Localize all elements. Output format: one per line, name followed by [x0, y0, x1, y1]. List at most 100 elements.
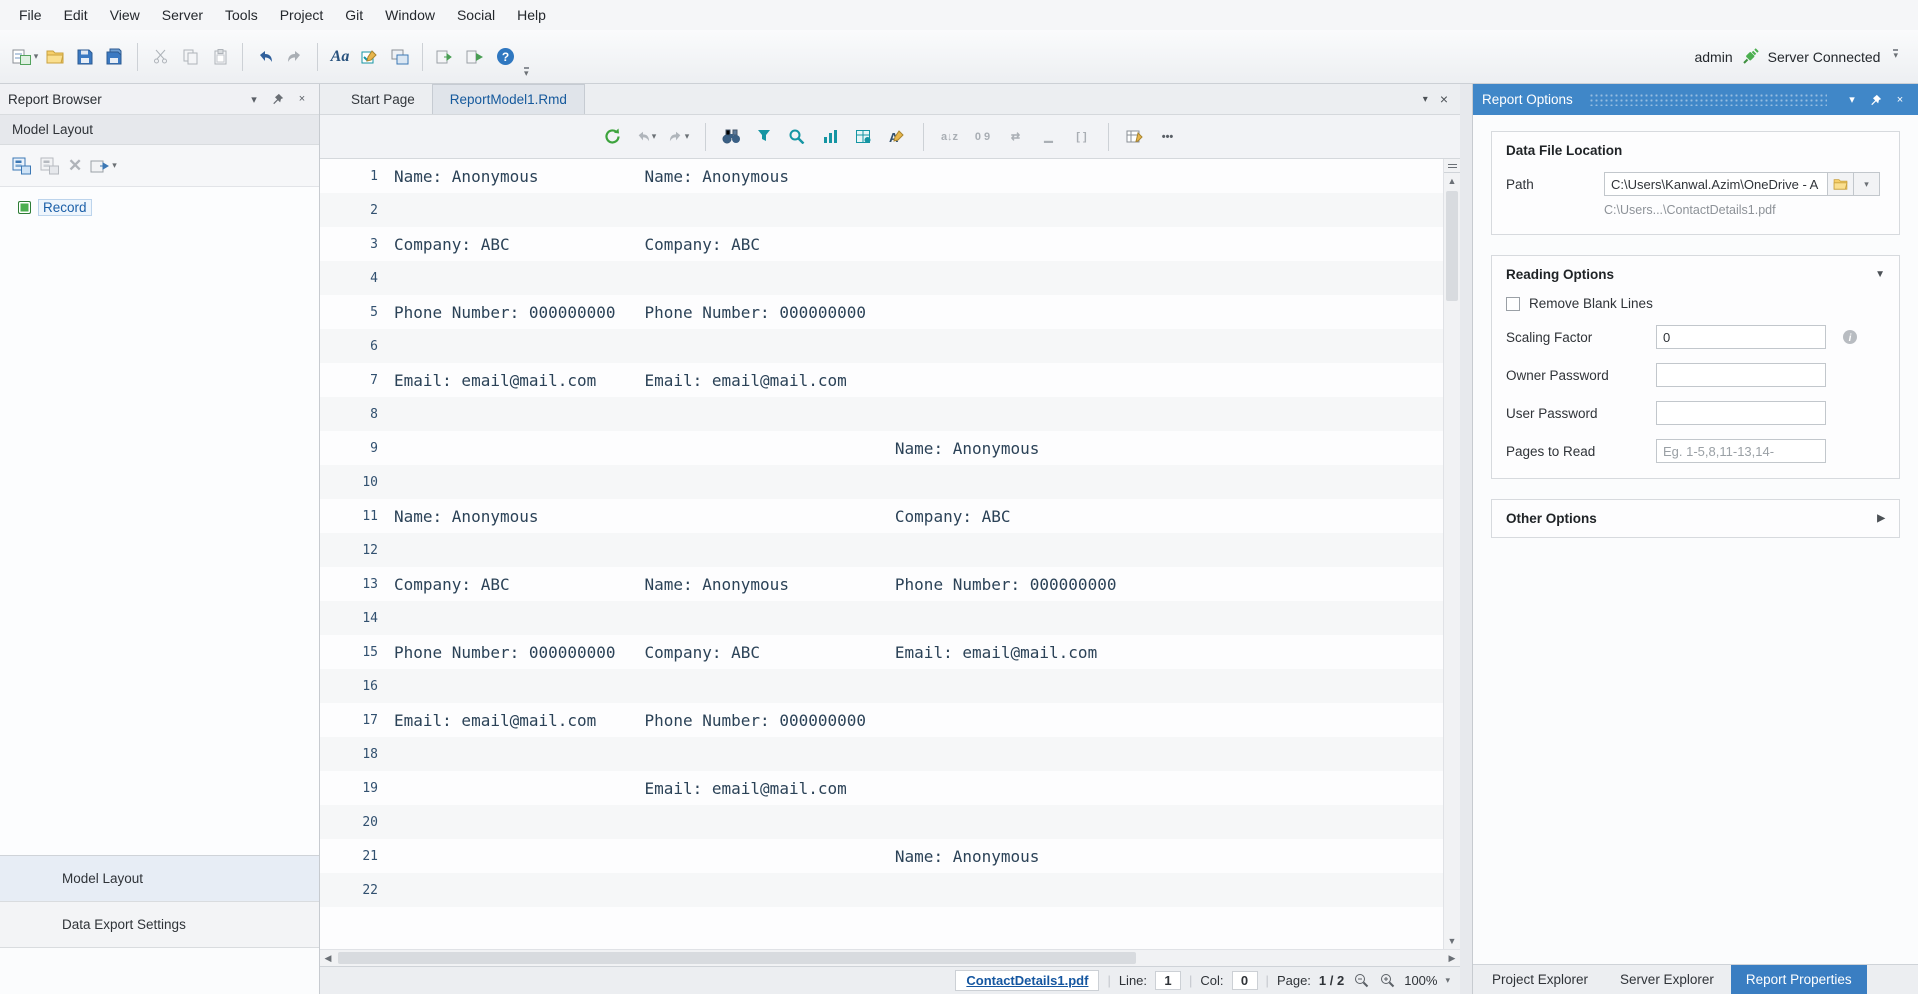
- tab-project-explorer[interactable]: Project Explorer: [1477, 965, 1603, 994]
- numbering-button[interactable]: 0 9: [969, 122, 997, 152]
- hscroll-thumb[interactable]: [338, 952, 1136, 964]
- new-report-button[interactable]: ▾: [10, 41, 40, 73]
- menu-edit[interactable]: Edit: [53, 2, 99, 28]
- scroll-left-icon[interactable]: ◀: [320, 953, 336, 964]
- scroll-right-icon[interactable]: ▶: [1444, 953, 1460, 964]
- browse-folder-button[interactable]: [1828, 172, 1854, 196]
- toolbar-overflow-icon[interactable]: ▾: [1893, 49, 1898, 59]
- run-button[interactable]: [460, 41, 490, 73]
- editor-surface[interactable]: 1Name: Anonymous Name: Anonymous 2 3Comp…: [320, 159, 1443, 949]
- menu-help[interactable]: Help: [506, 2, 557, 28]
- save-all-button[interactable]: [100, 41, 130, 73]
- help-button[interactable]: ?: [490, 41, 520, 73]
- group-title[interactable]: Other Options ▶: [1506, 511, 1885, 526]
- pin-icon[interactable]: [269, 90, 287, 108]
- owner-password-input[interactable]: [1656, 363, 1826, 387]
- export-layout-button[interactable]: ▾: [90, 152, 117, 180]
- add-field-button[interactable]: [40, 152, 60, 180]
- scaling-factor-label: Scaling Factor: [1506, 330, 1656, 345]
- chevron-down-icon[interactable]: ▾: [1445, 975, 1450, 986]
- tab-start-page[interactable]: Start Page: [334, 84, 432, 114]
- group-title[interactable]: Reading Options ▼: [1506, 267, 1885, 282]
- panel-splitter[interactable]: [1460, 84, 1472, 994]
- preview-button[interactable]: [385, 41, 415, 73]
- add-record-button[interactable]: [12, 152, 32, 180]
- refresh-button[interactable]: [599, 122, 627, 152]
- tab-server-explorer[interactable]: Server Explorer: [1605, 965, 1729, 994]
- delete-button[interactable]: ✕: [68, 152, 82, 180]
- scaling-factor-input[interactable]: [1656, 325, 1826, 349]
- auto-create-fields-button[interactable]: [784, 122, 812, 152]
- chevron-down-icon[interactable]: ▾: [1423, 94, 1428, 105]
- close-icon[interactable]: ×: [293, 90, 311, 108]
- vscroll-track[interactable]: [1444, 189, 1460, 933]
- copy-button[interactable]: [175, 41, 205, 73]
- info-button[interactable]: i: [1842, 329, 1858, 345]
- edit-table-button[interactable]: [1121, 122, 1149, 152]
- save-button[interactable]: [70, 41, 100, 73]
- zoom-in-button[interactable]: [1378, 972, 1396, 990]
- tab-reportmodel1[interactable]: ReportModel1.Rmd: [432, 84, 585, 114]
- left-panel-footer: [0, 948, 319, 994]
- source-file-link[interactable]: ContactDetails1.pdf: [955, 970, 1099, 991]
- close-icon[interactable]: ×: [1440, 91, 1448, 107]
- toolbar-overflow-icon[interactable]: ▾: [524, 67, 529, 77]
- menu-project[interactable]: Project: [269, 2, 335, 28]
- menu-server[interactable]: Server: [151, 2, 214, 28]
- cut-button[interactable]: [145, 41, 175, 73]
- view-data-export-settings[interactable]: Data Export Settings: [0, 902, 319, 948]
- tree-item-record[interactable]: Record: [0, 196, 319, 219]
- close-icon[interactable]: ×: [1891, 94, 1909, 106]
- toolbar-separator: [705, 123, 706, 151]
- pin-icon[interactable]: [1867, 94, 1885, 106]
- splitter-handle-icon[interactable]: [1444, 159, 1460, 173]
- chevron-down-icon[interactable]: ▾: [245, 90, 263, 108]
- tab-report-properties[interactable]: Report Properties: [1731, 965, 1867, 994]
- create-region-button[interactable]: [817, 122, 845, 152]
- menu-window[interactable]: Window: [374, 2, 446, 28]
- pages-to-read-input[interactable]: [1656, 439, 1826, 463]
- menu-git[interactable]: Git: [334, 2, 374, 28]
- user-password-input[interactable]: [1656, 401, 1826, 425]
- export-button[interactable]: [430, 41, 460, 73]
- open-button[interactable]: [40, 41, 70, 73]
- undo-button[interactable]: [250, 41, 280, 73]
- verify-fields-button[interactable]: [355, 41, 385, 73]
- vertical-scrollbar[interactable]: ▲ ▼: [1443, 159, 1460, 949]
- zoom-level[interactable]: 100%: [1404, 973, 1437, 988]
- menu-social[interactable]: Social: [446, 2, 506, 28]
- editor-undo-button[interactable]: ▾: [632, 122, 660, 152]
- font-button[interactable]: Aa: [325, 41, 355, 73]
- scroll-up-icon[interactable]: ▲: [1444, 173, 1460, 189]
- add-field-tool-button[interactable]: [751, 122, 779, 152]
- zoom-out-button[interactable]: [1352, 972, 1370, 990]
- horizontal-scrollbar[interactable]: ◀ ▶: [320, 949, 1460, 966]
- menu-file[interactable]: File: [8, 2, 53, 28]
- editor-redo-button[interactable]: ▾: [665, 122, 693, 152]
- remove-blank-lines-checkbox[interactable]: [1506, 297, 1520, 311]
- vscroll-thumb[interactable]: [1446, 191, 1458, 301]
- split-button[interactable]: ⇄: [1002, 122, 1030, 152]
- redo-button[interactable]: [280, 41, 310, 73]
- auto-parse-button[interactable]: [850, 122, 878, 152]
- toolbar-separator: [242, 43, 243, 71]
- view-model-layout[interactable]: Model Layout: [0, 856, 319, 902]
- collapse-chevron-icon[interactable]: ▼: [1875, 269, 1885, 280]
- report-options-panel: Report Options ▾ × Data File Location Pa…: [1472, 84, 1918, 994]
- more-button[interactable]: •••: [1154, 122, 1182, 152]
- brackets-button[interactable]: [ ]: [1068, 122, 1096, 152]
- path-dropdown-button[interactable]: ▾: [1854, 172, 1880, 196]
- underline-button[interactable]: ▁: [1035, 122, 1063, 152]
- hscroll-track[interactable]: [336, 950, 1444, 966]
- menu-tools[interactable]: Tools: [214, 2, 269, 28]
- scroll-down-icon[interactable]: ▼: [1444, 933, 1460, 949]
- format-field-button[interactable]: A: [883, 122, 911, 152]
- path-input[interactable]: [1604, 172, 1828, 196]
- model-layout-tree[interactable]: Record: [0, 187, 319, 855]
- menu-view[interactable]: View: [99, 2, 151, 28]
- paste-button[interactable]: [205, 41, 235, 73]
- expand-chevron-icon[interactable]: ▶: [1877, 513, 1885, 524]
- find-button[interactable]: [718, 122, 746, 152]
- chevron-down-icon[interactable]: ▾: [1843, 93, 1861, 106]
- sort-az-button[interactable]: a↓z: [936, 122, 964, 152]
